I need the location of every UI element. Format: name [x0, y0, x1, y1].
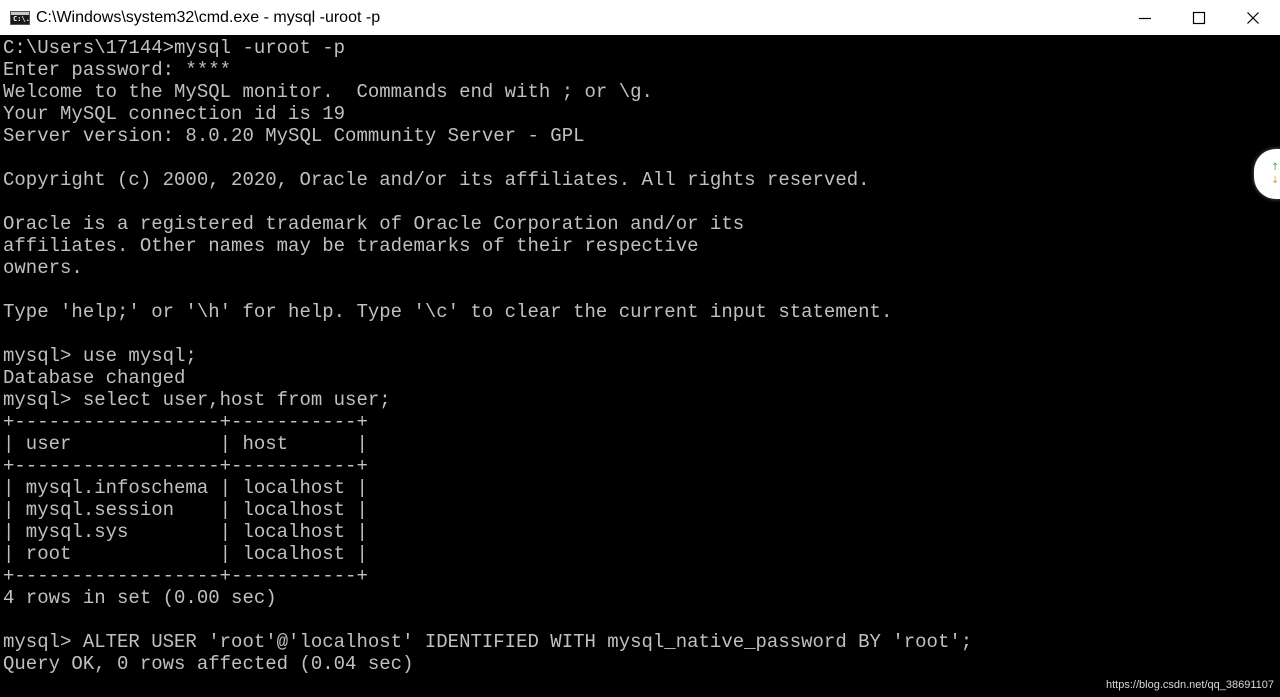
- cmd-icon-text: C:\.: [13, 14, 30, 23]
- maximize-icon: [1192, 11, 1206, 24]
- console-line: Oracle is a registered trademark of Orac…: [3, 213, 745, 235]
- console-line: | root | localhost |: [3, 543, 368, 565]
- arrow-up-icon[interactable]: ↑: [1271, 161, 1279, 174]
- console-line: owners.: [3, 257, 83, 279]
- console-line: 4 rows in set (0.00 sec): [3, 587, 277, 609]
- console-text: C:\Users\17144>mysql -uroot -p Enter pass…: [0, 35, 1280, 675]
- console-line: +------------------+-----------+: [3, 565, 368, 587]
- console-line: mysql> ALTER USER 'root'@'localhost' IDE…: [3, 631, 973, 653]
- console-line: C:\Users\17144>mysql -uroot -p: [3, 37, 346, 59]
- console-line: Welcome to the MySQL monitor. Commands e…: [3, 81, 653, 103]
- title-bar[interactable]: C:\. C:\Windows\system32\cmd.exe - mysql…: [0, 0, 1280, 35]
- console-line: mysql> use mysql;: [3, 345, 197, 367]
- console-output[interactable]: C:\Users\17144>mysql -uroot -p Enter pass…: [0, 35, 1280, 697]
- console-line: | mysql.infoschema | localhost |: [3, 477, 368, 499]
- console-line: | user | host |: [3, 433, 368, 455]
- console-line: Database changed: [3, 367, 186, 389]
- maximize-button[interactable]: [1172, 0, 1226, 35]
- console-line: +------------------+-----------+: [3, 455, 368, 477]
- console-line: Enter password: ****: [3, 59, 232, 81]
- cmd-icon[interactable]: C:\.: [10, 10, 30, 25]
- minimize-icon: [1139, 17, 1151, 19]
- arrow-down-icon[interactable]: ↓: [1271, 174, 1279, 187]
- console-line: | mysql.session | localhost |: [3, 499, 368, 521]
- console-line: Query OK, 0 rows affected (0.04 sec): [3, 653, 414, 675]
- console-line: affiliates. Other names may be trademark…: [3, 235, 699, 257]
- console-line: mysql> select user,host from user;: [3, 389, 391, 411]
- console-line: Your MySQL connection id is 19: [3, 103, 346, 125]
- minimize-button[interactable]: [1118, 0, 1172, 35]
- console-line: | mysql.sys | localhost |: [3, 521, 368, 543]
- watermark: https://blog.csdn.net/qq_38691107: [1106, 679, 1274, 691]
- console-line: Copyright (c) 2000, 2020, Oracle and/or …: [3, 169, 870, 191]
- close-icon: [1247, 11, 1259, 24]
- window-title: C:\Windows\system32\cmd.exe - mysql -uro…: [36, 8, 381, 26]
- console-line: Server version: 8.0.20 MySQL Community S…: [3, 125, 585, 147]
- cmd-window: C:\. C:\Windows\system32\cmd.exe - mysql…: [0, 0, 1280, 697]
- console-line: +------------------+-----------+: [3, 411, 368, 433]
- console-line: Type 'help;' or '\h' for help. Type '\c'…: [3, 301, 893, 323]
- close-button[interactable]: [1226, 0, 1280, 35]
